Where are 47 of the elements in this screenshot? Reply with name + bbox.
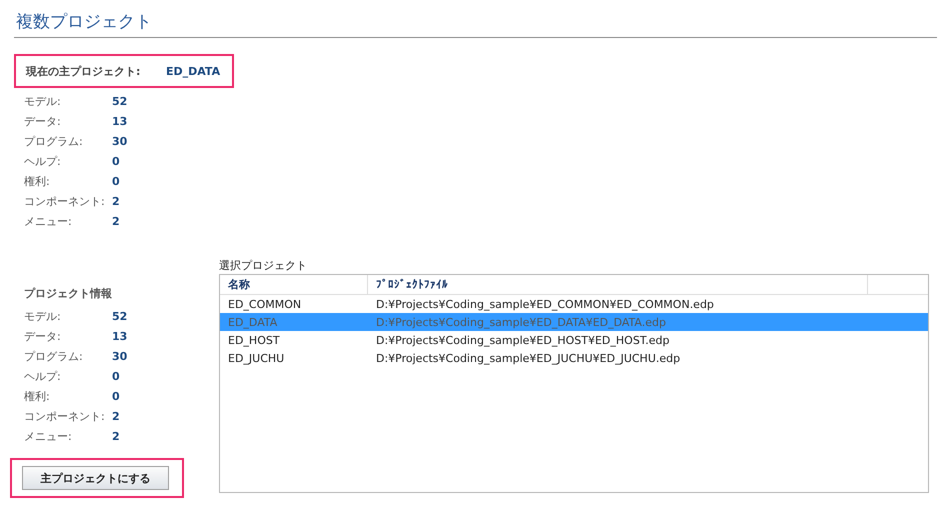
column-header[interactable]: 名称 bbox=[220, 275, 368, 294]
stat-value: 13 bbox=[112, 114, 128, 128]
stat-value: 2 bbox=[112, 194, 120, 208]
main-project-label: 現在の主プロジェクト: bbox=[26, 64, 142, 78]
table-label: 選択プロジェクト bbox=[219, 258, 308, 274]
stat-value: 13 bbox=[112, 330, 128, 342]
table-row[interactable]: ED_COMMON D:¥Projects¥Coding_sample¥ED_COMMON¥ED_COMMON.edp bbox=[220, 295, 928, 313]
table-cell-text: ED_HOST bbox=[227, 334, 281, 346]
stat-value: 2 bbox=[112, 410, 120, 422]
stat-value: 0 bbox=[112, 154, 120, 168]
table-row[interactable]: ED_HOST D:¥Projects¥Coding_sample¥ED_HOST¥ED_HOST.edp bbox=[220, 331, 928, 349]
table-cell-text: ED_DATA bbox=[227, 316, 278, 328]
stat-value: 52 bbox=[112, 94, 128, 108]
stat-value: 0 bbox=[112, 390, 120, 402]
column-header[interactable]: ﾌﾟﾛｼﾞｪｸﾄﾌｧｲﾙ bbox=[368, 275, 868, 294]
stat-label: コンポーネント: bbox=[24, 194, 106, 208]
stat-label: プログラム: bbox=[24, 134, 84, 148]
stat-value: 30 bbox=[112, 134, 128, 148]
table-row[interactable]: ED_JUCHU D:¥Projects¥Coding_sample¥ED_JUCHU¥ED_JUCHU.edp bbox=[220, 349, 928, 367]
stat-label: ヘルプ: bbox=[24, 154, 62, 168]
stat-label: 権利: bbox=[24, 388, 51, 404]
stat-label: プログラム: bbox=[24, 348, 84, 364]
table-cell-text: D:¥Projects¥Coding_sample¥ED_COMMON¥ED_COMMON.edp bbox=[375, 298, 715, 310]
stat-label: コンポーネント: bbox=[24, 408, 106, 424]
stat-label: モデル: bbox=[24, 308, 62, 324]
section-heading: プロジェクト情報 bbox=[23, 286, 113, 302]
stat-label: メニュー: bbox=[24, 428, 73, 444]
set-main-project-button[interactable]: 主プロジェクトにする bbox=[22, 466, 169, 490]
table-cell-text: D:¥Projects¥Coding_sample¥ED_JUCHU¥ED_JUCHU.edp bbox=[375, 352, 682, 364]
stat-value: 30 bbox=[112, 350, 128, 362]
page-title: 複数プロジェクト bbox=[14, 8, 937, 38]
stat-value: 2 bbox=[112, 430, 120, 442]
main-project-value: ED_DATA bbox=[166, 64, 220, 78]
stat-label: ヘルプ: bbox=[24, 368, 62, 384]
stat-label: 権利: bbox=[24, 174, 51, 188]
stat-value: 52 bbox=[112, 310, 128, 322]
table-cell-text: D:¥Projects¥Coding_sample¥ED_HOST¥ED_HOST.edp bbox=[375, 334, 670, 346]
table-cell-text: ED_JUCHU bbox=[227, 352, 286, 364]
stat-label: データ: bbox=[24, 114, 62, 128]
table-cell-text: D:¥Projects¥Coding_sample¥ED_DATA¥ED_DATA.edp bbox=[375, 316, 667, 328]
stat-label: データ: bbox=[24, 328, 62, 344]
stat-label: モデル: bbox=[24, 94, 62, 108]
stat-label: メニュー: bbox=[24, 214, 73, 228]
stat-value: 0 bbox=[112, 370, 120, 382]
stat-value: 2 bbox=[112, 214, 120, 228]
stat-value: 0 bbox=[112, 174, 120, 188]
table-cell-text: ED_COMMON bbox=[227, 298, 302, 310]
